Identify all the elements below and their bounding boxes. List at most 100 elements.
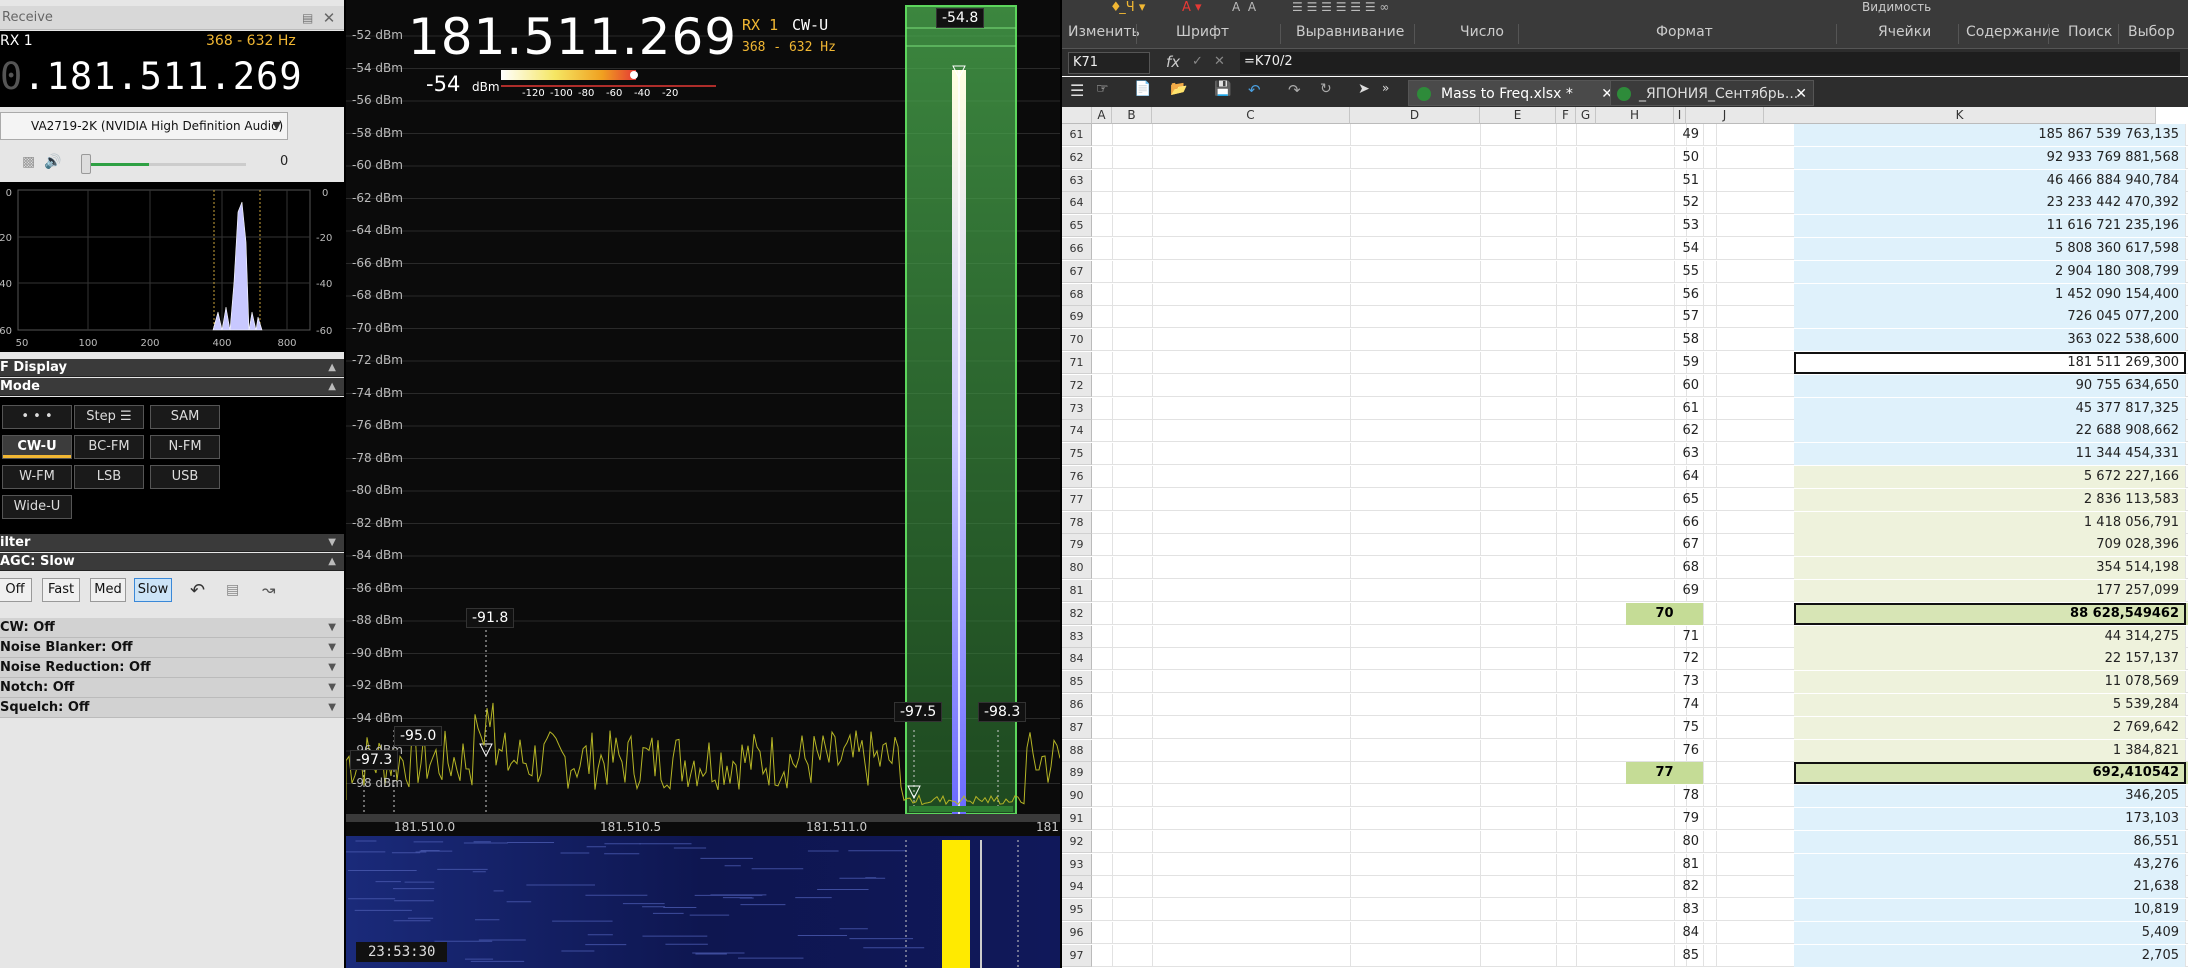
tab-mass-to-freq[interactable]: Mass to Freq.xlsx * ✕ — [1408, 80, 1620, 106]
fx-icon[interactable]: fx — [1166, 53, 1180, 71]
cell-k[interactable]: 2 904 180 308,799 — [1794, 260, 2186, 283]
volume-slider-handle[interactable] — [81, 154, 91, 174]
ribbon-search[interactable]: Поиск — [2068, 24, 2112, 40]
cell-k[interactable]: 10,819 — [1794, 899, 2186, 922]
mode-cwu-button[interactable]: CW-U — [2, 435, 72, 459]
column-header[interactable]: D — [1350, 107, 1480, 124]
section-mode[interactable]: Mode ▲ — [0, 378, 344, 396]
row-header[interactable]: 78 — [1062, 511, 1092, 534]
row-header[interactable]: 61 — [1062, 124, 1092, 146]
select-all-corner[interactable] — [1062, 107, 1092, 124]
item-squelch[interactable]: Squelch: Off ▼ — [0, 698, 344, 718]
font-size-icons[interactable]: A A — [1232, 0, 1256, 14]
save-icon[interactable]: 💾 — [1214, 81, 1231, 97]
column-header[interactable]: E — [1480, 107, 1556, 124]
align-icons[interactable]: ☰ ☰ ☰ ☰ ☰ ☰ ∞ — [1292, 0, 1389, 14]
row-header[interactable]: 83 — [1062, 625, 1092, 648]
row-header[interactable]: 88 — [1062, 739, 1092, 762]
check-icon[interactable]: ✓ — [1192, 54, 1203, 69]
row-header[interactable]: 68 — [1062, 283, 1092, 306]
agc-med-button[interactable]: Med — [90, 578, 126, 602]
marker-5[interactable]: -98.3 — [978, 702, 1027, 722]
cell-h[interactable]: 66 — [1626, 511, 1704, 534]
ribbon-number[interactable]: Число — [1460, 24, 1504, 40]
cell-k[interactable]: 45 377 817,325 — [1794, 397, 2186, 420]
cell-k[interactable]: 11 078,569 — [1794, 671, 2186, 694]
row-header[interactable]: 73 — [1062, 397, 1092, 420]
cell-k[interactable]: 177 257,099 — [1794, 580, 2186, 602]
row-header[interactable]: 87 — [1062, 716, 1092, 739]
cell-h[interactable]: 63 — [1626, 443, 1704, 466]
cell-h[interactable]: 62 — [1626, 420, 1704, 443]
cell-k[interactable]: 173,103 — [1794, 808, 2186, 830]
panel-icon[interactable]: ▤ — [226, 582, 239, 598]
row-header[interactable]: 77 — [1062, 488, 1092, 511]
cell-h[interactable]: 69 — [1626, 580, 1704, 602]
cell-h[interactable]: 81 — [1626, 853, 1704, 876]
row-header[interactable]: 92 — [1062, 830, 1092, 853]
cell-k[interactable]: 1 384,821 — [1794, 739, 2186, 762]
cell-k[interactable]: 5 672 227,166 — [1794, 466, 2186, 488]
cell-k[interactable]: 354 514,198 — [1794, 557, 2186, 580]
name-box[interactable]: K71 — [1068, 52, 1150, 74]
agc-slow-button[interactable]: Slow — [134, 578, 172, 602]
cell-k[interactable]: 88 628,549462 — [1794, 602, 2186, 625]
column-header[interactable]: I — [1674, 107, 1686, 124]
cell-k[interactable]: 11 616 721 235,196 — [1794, 215, 2186, 238]
speaker-icon[interactable]: 🔊 — [44, 154, 61, 170]
cell-h[interactable]: 51 — [1626, 169, 1704, 192]
cell-k[interactable]: 21,638 — [1794, 876, 2186, 899]
cell-h[interactable]: 78 — [1626, 785, 1704, 808]
marker-2[interactable]: -95.0 — [394, 726, 443, 746]
marker-3[interactable]: -97.3 — [350, 750, 399, 770]
row-header[interactable]: 67 — [1062, 260, 1092, 283]
cell-k[interactable]: 11 344 454,331 — [1794, 443, 2186, 466]
row-header[interactable]: 91 — [1062, 808, 1092, 830]
ribbon-align[interactable]: Выравнивание — [1296, 24, 1404, 40]
cell-k[interactable]: 2 836 113,583 — [1794, 488, 2186, 511]
row-header[interactable]: 79 — [1062, 534, 1092, 557]
item-notch[interactable]: Notch: Off ▼ — [0, 678, 344, 698]
row-header[interactable]: 82 — [1062, 602, 1092, 625]
ribbon-edit[interactable]: Изменить — [1068, 24, 1140, 40]
cell-h[interactable]: 77 — [1626, 762, 1704, 785]
spectrum-view[interactable]: 181.511.269 RX 1 CW-U 368 - 632 Hz -54 d… — [346, 0, 1060, 968]
mode-wfm-button[interactable]: W-FM — [2, 465, 72, 489]
row-header[interactable]: 96 — [1062, 922, 1092, 944]
row-header[interactable]: 64 — [1062, 192, 1092, 215]
marker-peak[interactable]: -54.8 — [936, 8, 985, 28]
cell-h[interactable]: 60 — [1626, 374, 1704, 397]
ribbon-cells[interactable]: Ячейки — [1878, 24, 1931, 40]
cell-h[interactable]: 68 — [1626, 557, 1704, 580]
spectrum-frequency[interactable]: 181.511.269 — [408, 8, 737, 66]
touch-icon[interactable]: ☞ — [1096, 81, 1109, 97]
cell-k[interactable]: 5,409 — [1794, 922, 2186, 944]
cell-k[interactable]: 2,705 — [1794, 944, 2186, 967]
row-header[interactable]: 65 — [1062, 215, 1092, 238]
cell-h[interactable]: 61 — [1626, 397, 1704, 420]
column-header[interactable]: J — [1686, 107, 1764, 124]
cell-k[interactable]: 23 233 442 470,392 — [1794, 192, 2186, 215]
row-header[interactable]: 70 — [1062, 329, 1092, 352]
cell-h[interactable]: 50 — [1626, 146, 1704, 169]
cell-k[interactable]: 86,551 — [1794, 830, 2186, 853]
row-header[interactable]: 84 — [1062, 648, 1092, 671]
row-header[interactable]: 74 — [1062, 420, 1092, 443]
section-agc[interactable]: AGC: Slow ▲ — [0, 553, 344, 571]
section-display[interactable]: F Display ▲ — [0, 359, 344, 377]
agc-off-button[interactable]: Off — [0, 578, 32, 602]
cell-h[interactable]: 65 — [1626, 488, 1704, 511]
mode-bcfm-button[interactable]: BC-FM — [74, 435, 144, 459]
cell-k[interactable]: 44 314,275 — [1794, 625, 2186, 648]
item-noise-reduction[interactable]: Noise Reduction: Off ▼ — [0, 658, 344, 678]
marker-1[interactable]: -91.8 — [466, 608, 515, 628]
row-header[interactable]: 94 — [1062, 876, 1092, 899]
cell-h[interactable]: 52 — [1626, 192, 1704, 215]
cell-h[interactable]: 71 — [1626, 625, 1704, 648]
equalizer-icon[interactable]: ▩ — [22, 154, 35, 170]
close-icon[interactable]: ✕ — [320, 6, 338, 30]
mode-lsb-button[interactable]: LSB — [74, 465, 144, 489]
row-header[interactable]: 75 — [1062, 443, 1092, 466]
cell-h[interactable]: 83 — [1626, 899, 1704, 922]
cell-h[interactable]: 76 — [1626, 739, 1704, 762]
